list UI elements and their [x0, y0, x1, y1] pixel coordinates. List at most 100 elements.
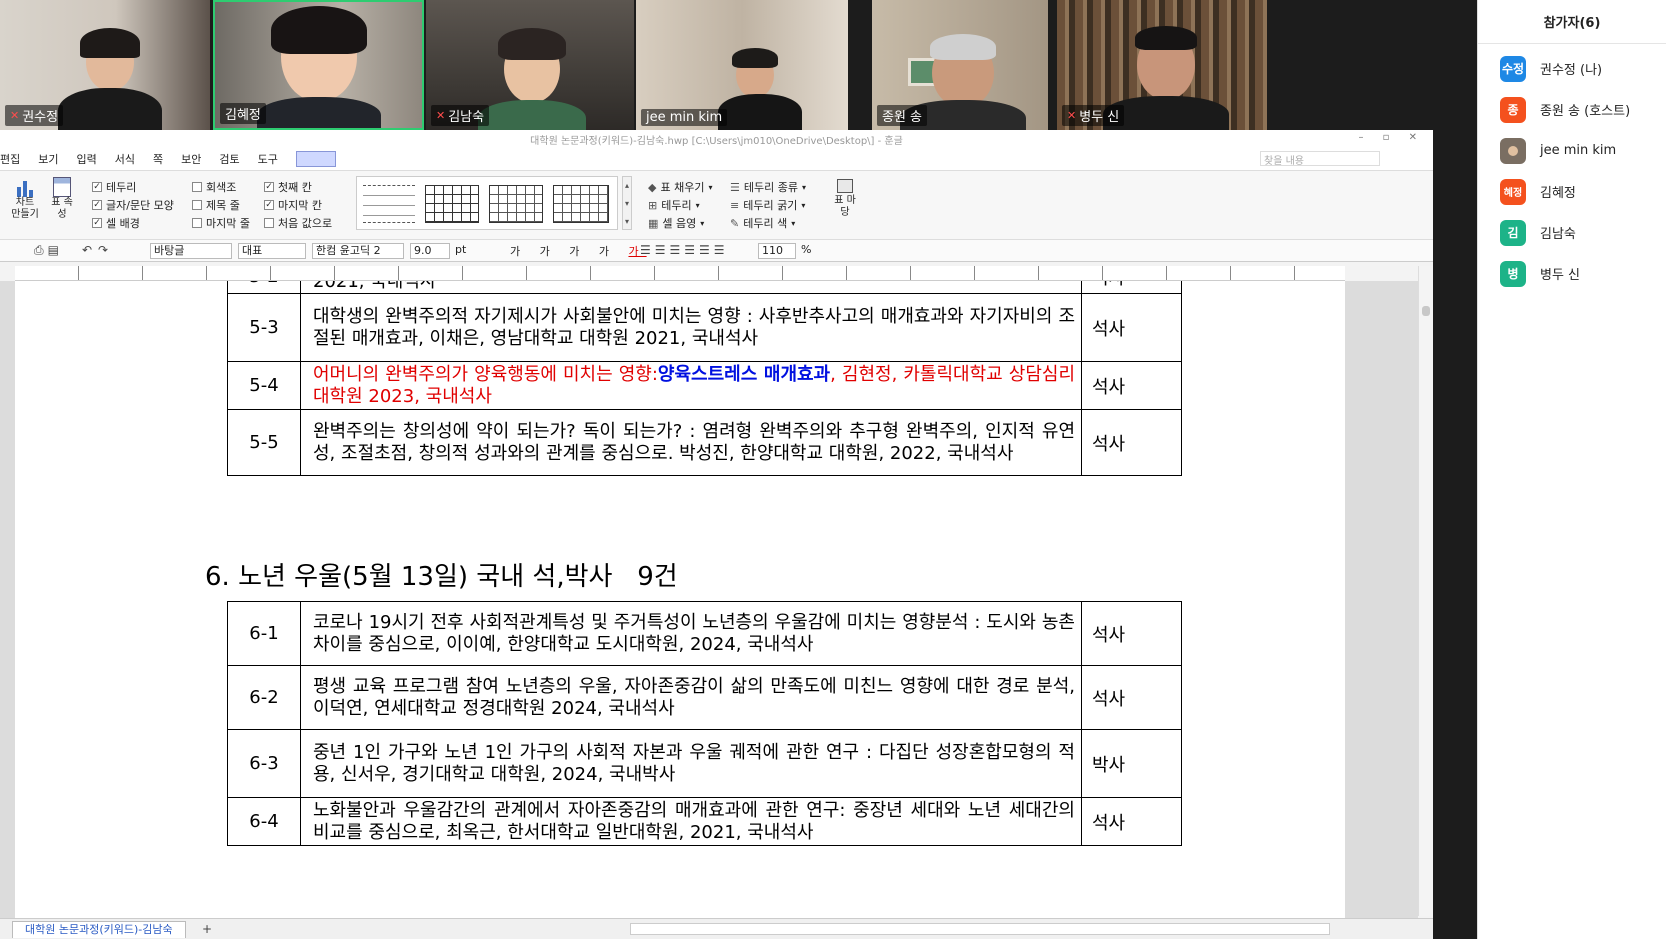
search-input[interactable]: 찾을 내용: [1260, 151, 1380, 167]
add-tab-button[interactable]: +: [196, 921, 218, 938]
border-button[interactable]: ⊞ 테두리 ▾: [648, 197, 700, 213]
tile-name-label: ✕ 김남숙: [431, 105, 490, 126]
participant-row[interactable]: jee min kim: [1478, 130, 1666, 171]
table-row[interactable]: 5-3 대학생의 완벽주의적 자기제시가 사회불안에 미치는 영향 : 사후반추…: [227, 293, 1182, 362]
menu-item-edit[interactable]: 편집: [0, 151, 20, 167]
check-last-row[interactable]: 마지막 줄: [192, 215, 250, 231]
menu-item-page[interactable]: 쪽: [153, 151, 163, 167]
row-degree: 석사: [1081, 665, 1182, 730]
row-degree: 석사: [1081, 361, 1182, 410]
row-number: 5-3: [227, 293, 301, 362]
reset-button[interactable]: 처음 값으로: [264, 215, 332, 231]
participant-row[interactable]: 수정 권수정 (나): [1478, 48, 1666, 89]
tile-name-label: 김혜정: [220, 103, 266, 124]
table-style-option[interactable]: [425, 185, 479, 223]
video-tile[interactable]: ✕ 김남숙: [426, 0, 634, 130]
zoom-unit[interactable]: %: [798, 243, 824, 259]
participants-panel: 참가자(6) 수정 권수정 (나) 종 종원 송 (호스트) jee min kim…: [1477, 0, 1666, 939]
document-area: 5-2 2021, 국내석사 석사 5-3 대학생의 완벽주의적 자기제시가 사…: [0, 281, 1418, 918]
row-text: 어머니의 완벽주의가 양육행동에 미치는 영향:양육스트레스 매개효과, 김현정…: [300, 361, 1082, 410]
table-row[interactable]: 6-2 평생 교육 프로그램 참여 노년층의 우울, 자아존중감이 삶의 만족도…: [227, 665, 1182, 730]
border-width-icon: ≡: [730, 198, 740, 212]
table-row[interactable]: 6-3 중년 1인 가구와 노년 1인 가구의 사회적 자본과 우울 궤적에 관…: [227, 729, 1182, 798]
table-margin-button[interactable]: 표 마당: [832, 179, 858, 219]
table-style-option[interactable]: [363, 185, 415, 223]
window-controls[interactable]: – ▫ ✕: [1358, 132, 1425, 143]
row-degree: 박사: [1081, 729, 1182, 798]
table-style-option[interactable]: [489, 185, 543, 223]
border-type-button[interactable]: ☰ 테두리 종류 ▾: [730, 179, 806, 195]
document-page: 5-2 2021, 국내석사 석사 5-3 대학생의 완벽주의적 자기제시가 사…: [15, 281, 1345, 918]
cell-shade-button[interactable]: ▦ 셀 음영 ▾: [648, 215, 704, 231]
gallery-scroll[interactable]: ▴ ▾ ▾: [622, 176, 632, 230]
section-heading: 6. 노년 우울(5월 13일) 국내 석,박사 9건: [205, 562, 678, 592]
print-icon[interactable]: ⎙▤: [34, 243, 63, 258]
table-tab-active[interactable]: [295, 151, 336, 167]
mic-muted-icon: ✕: [436, 109, 446, 122]
undo-redo-icon[interactable]: ↶↷: [82, 243, 114, 257]
font-select[interactable]: 한컴 윤고딕 2: [312, 243, 404, 259]
menu-item-security[interactable]: 보안: [181, 151, 201, 167]
lang-select[interactable]: 대표: [238, 243, 306, 259]
participant-row[interactable]: 혜정 김혜정: [1478, 171, 1666, 212]
border-width-button[interactable]: ≡ 테두리 굵기 ▾: [730, 197, 805, 213]
style-select[interactable]: 바탕글: [150, 243, 232, 259]
video-tile[interactable]: ✕ 병두 신: [1057, 0, 1267, 130]
table-row[interactable]: 5-2 2021, 국내석사 석사: [227, 281, 1182, 294]
menu-item-review[interactable]: 검토: [219, 151, 239, 167]
video-tile[interactable]: 종원 송: [872, 0, 1048, 130]
check-grayscale[interactable]: 회색조: [192, 179, 236, 195]
ribbon-toolbar: 차트 만들기 표 속성 ✓ 테두리 ✓ 글자/문단 모양 ✓ 셀 배경 회색조 제목 …: [0, 170, 1433, 240]
participant-row[interactable]: 김 김남숙: [1478, 212, 1666, 253]
row-number: 6-1: [227, 601, 301, 666]
font-unit[interactable]: pt: [452, 243, 486, 259]
border-icon: ⊞: [648, 198, 658, 212]
document-tab[interactable]: 대학원 논문과정(키워드)-김남숙: [12, 921, 186, 938]
zoom-input[interactable]: 110: [758, 243, 796, 259]
participant-name: 종원 송 (호스트): [1540, 104, 1631, 119]
participant-row[interactable]: 병 병두 신: [1478, 253, 1666, 294]
table-style-option[interactable]: [553, 185, 609, 223]
font-size-input[interactable]: 9.0: [410, 243, 450, 259]
table-row[interactable]: 6-4 노화불안과 우울감간의 관계에서 자아존중감의 매개효과에 관한 연구:…: [227, 797, 1182, 846]
align-icons[interactable]: ☰☰☰☰☰☰: [640, 243, 729, 257]
menu-item-format[interactable]: 서식: [115, 151, 135, 167]
row-number: 6-2: [227, 665, 301, 730]
window-titlebar: 대학원 논문과정(키워드)-김남숙.hwp [C:\Users\jm010\On…: [0, 130, 1433, 148]
menu-bar: 편집 보기 입력 서식 쪽 보안 검토 도구 찾을 내용: [0, 148, 1433, 170]
scroll-thumb[interactable]: [1422, 306, 1430, 316]
horizontal-scrollbar[interactable]: [630, 923, 1330, 935]
table-section-5: 5-2 2021, 국내석사 석사 5-3 대학생의 완벽주의적 자기제시가 사…: [227, 281, 1182, 476]
chart-button[interactable]: 차트 만들기: [10, 177, 40, 221]
table-row[interactable]: 5-5 완벽주의는 창의성에 약이 되는가? 독이 되는가? : 염려형 완벽주…: [227, 409, 1182, 476]
menu-item-view[interactable]: 보기: [38, 151, 58, 167]
text-style-buttons[interactable]: 가 가 가 가 가: [510, 243, 647, 259]
menu-item-insert[interactable]: 입력: [77, 151, 97, 167]
mic-muted-icon: ✕: [10, 109, 20, 122]
document-tab-bar: 대학원 논문과정(키워드)-김남숙 +: [0, 918, 1433, 939]
avatar: 혜정: [1500, 178, 1526, 205]
format-bar: ⎙▤ ↶↷ 바탕글 대표 한컴 윤고딕 2 9.0 pt 가 가 가 가 가 ☰…: [0, 240, 1433, 262]
check-cell-bg[interactable]: ✓ 셀 배경: [92, 215, 140, 231]
border-type-icon: ☰: [730, 180, 740, 194]
menu-item-tools[interactable]: 도구: [258, 151, 278, 167]
check-header-row[interactable]: 제목 줄: [192, 197, 240, 213]
row-text: 평생 교육 프로그램 참여 노년층의 우울, 자아존중감이 삶의 만족도에 미친…: [300, 665, 1082, 730]
table-row[interactable]: 5-4 어머니의 완벽주의가 양육행동에 미치는 영향:양육스트레스 매개효과,…: [227, 361, 1182, 410]
table-row[interactable]: 6-1 코로나 19시기 전후 사회적관계특성 및 주거특성이 노년층의 우울감…: [227, 601, 1182, 666]
table-style-gallery[interactable]: [356, 176, 618, 230]
check-border[interactable]: ✓ 테두리: [92, 179, 136, 195]
participant-name: 김혜정: [1540, 186, 1576, 201]
vertical-scrollbar[interactable]: [1418, 266, 1433, 916]
video-tile[interactable]: ✕ 권수정: [0, 0, 210, 130]
border-color-button[interactable]: ✎ 테두리 색 ▾: [730, 215, 795, 231]
participant-row[interactable]: 종 종원 송 (호스트): [1478, 89, 1666, 130]
video-tile[interactable]: jee min kim: [636, 0, 848, 130]
check-char-para[interactable]: ✓ 글자/문단 모양: [92, 197, 174, 213]
table-props-button[interactable]: 표 속성: [50, 177, 74, 221]
video-tile-active-speaker[interactable]: 김혜정: [213, 0, 424, 130]
check-last-col[interactable]: ✓ 마지막 칸: [264, 197, 322, 213]
fill-button[interactable]: ◆ 표 채우기 ▾: [648, 179, 712, 195]
row-text: 대학생의 완벽주의적 자기제시가 사회불안에 미치는 영향 : 사후반추사고의 …: [300, 293, 1082, 362]
check-first-col[interactable]: ✓ 첫째 칸: [264, 179, 312, 195]
